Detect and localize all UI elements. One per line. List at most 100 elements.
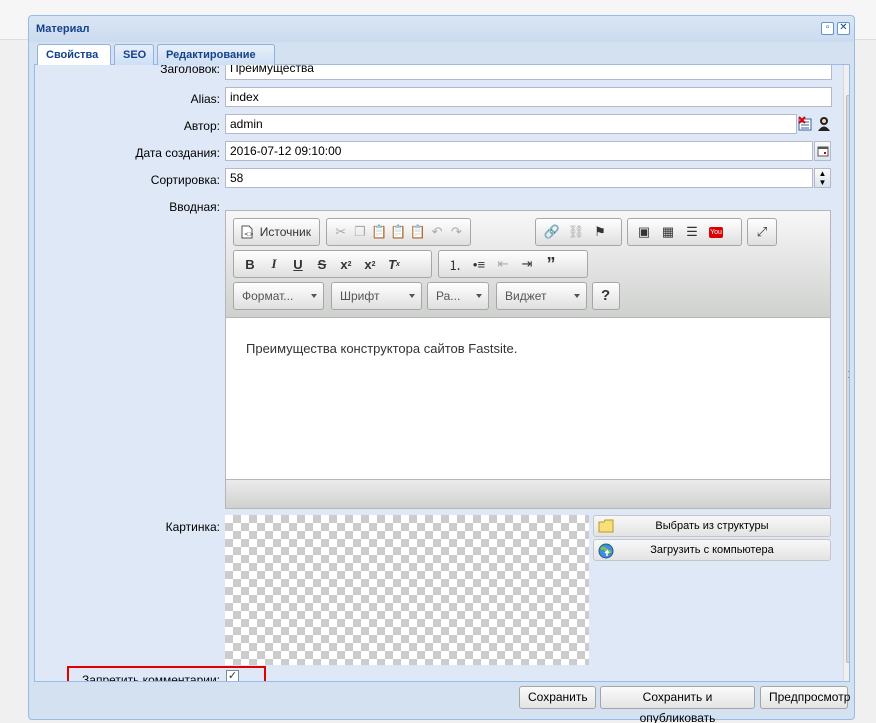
title-label: Заголовок:: [160, 65, 220, 76]
clear-user-icon[interactable]: [798, 116, 814, 132]
source-button[interactable]: Источник: [256, 221, 315, 243]
widget-label: Виджет: [505, 289, 547, 303]
bold-icon[interactable]: B: [238, 253, 262, 275]
editor-status-bar: [226, 479, 830, 508]
select-user-icon[interactable]: [816, 116, 832, 132]
upload-from-computer-label: Загрузить с компьютера: [650, 544, 774, 556]
vertical-scrollbar[interactable]: ▲ ▼: [843, 65, 849, 681]
chevron-down-icon: [574, 294, 580, 298]
choose-from-structure-button[interactable]: Выбрать из структуры: [593, 515, 831, 537]
save-button[interactable]: Сохранить: [519, 686, 596, 709]
outdent-icon[interactable]: ⇤: [491, 253, 515, 275]
window-title: Материал: [36, 23, 90, 35]
image-preview: [225, 515, 589, 665]
anchor-flag-icon[interactable]: ⚑: [588, 221, 612, 243]
underline-icon[interactable]: U: [286, 253, 310, 275]
numbered-list-icon[interactable]: ⒈: [443, 253, 467, 275]
no-comments-checkbox[interactable]: ✓: [226, 670, 239, 681]
grip-icon: [848, 371, 849, 378]
blockquote-icon[interactable]: ”: [539, 253, 563, 275]
size-dropdown[interactable]: Ра...: [427, 282, 489, 310]
close-icon[interactable]: ✕: [837, 22, 850, 35]
scroll-down-icon[interactable]: ▼: [845, 665, 849, 679]
source-icon: <>: [238, 221, 256, 243]
sort-number-input[interactable]: 58: [225, 168, 813, 188]
properties-panel: Заголовок: Преимущества Alias: index Авт…: [34, 65, 850, 682]
link-icon[interactable]: 🔗: [540, 221, 564, 243]
unlink-icon[interactable]: ⛓: [564, 221, 588, 243]
chevron-up-icon[interactable]: ▲: [819, 169, 827, 178]
format-dropdown[interactable]: Формат...: [233, 282, 324, 310]
editor-toolbar: <> Источник ✂ ❐ 📋 📋 📋 ↶ ↷ 🔗 ⛓ ⚑: [226, 211, 830, 318]
tab-seo[interactable]: SEO: [114, 44, 154, 65]
youtube-icon[interactable]: You: [704, 221, 728, 243]
sort-label: Сортировка:: [150, 173, 220, 187]
table-icon[interactable]: ▦: [656, 221, 680, 243]
paragraph-group: ⒈ •≡ ⇤ ⇥ ”: [438, 250, 588, 278]
tab-properties[interactable]: Свойства: [37, 44, 111, 66]
tab-editing[interactable]: Редактирование: [157, 44, 275, 65]
bulleted-list-icon[interactable]: •≡: [467, 253, 491, 275]
italic-icon[interactable]: I: [262, 253, 286, 275]
tab-bar: Свойства SEO Редактирование: [34, 43, 850, 66]
source-group: <> Источник: [233, 218, 320, 246]
strike-icon[interactable]: S: [310, 253, 334, 275]
folder-icon: [598, 519, 614, 533]
title-input[interactable]: Преимущества: [225, 65, 832, 80]
scroll-up-icon[interactable]: ▲: [845, 69, 849, 83]
choose-from-structure-label: Выбрать из структуры: [655, 520, 769, 532]
calendar-icon[interactable]: [814, 141, 831, 161]
paste-text-icon[interactable]: 📋: [389, 221, 408, 243]
image-label: Картинка:: [165, 520, 220, 534]
widget-dropdown[interactable]: Виджет: [496, 282, 587, 310]
copy-icon[interactable]: ❐: [350, 221, 369, 243]
subscript-icon[interactable]: x2: [334, 253, 358, 275]
chevron-down-icon: [476, 294, 482, 298]
size-label: Ра...: [436, 289, 461, 303]
paste-icon[interactable]: 📋: [370, 221, 389, 243]
link-group: 🔗 ⛓ ⚑: [535, 218, 622, 246]
paste-word-icon[interactable]: 📋: [408, 221, 427, 243]
intro-label: Вводная:: [169, 200, 220, 214]
horizontal-line-icon[interactable]: ☰: [680, 221, 704, 243]
globe-upload-icon: [598, 543, 614, 559]
basic-styles-group: B I U S x2 x2 Tx: [233, 250, 432, 278]
font-label: Шрифт: [340, 289, 380, 303]
font-dropdown[interactable]: Шрифт: [331, 282, 422, 310]
redo-icon[interactable]: ↷: [447, 221, 466, 243]
upload-from-computer-button[interactable]: Загрузить с компьютера: [593, 539, 831, 561]
alias-label: Alias:: [190, 92, 220, 106]
editor-content[interactable]: Преимущества конструктора сайтов Fastsit…: [246, 341, 517, 356]
format-label: Формат...: [242, 289, 294, 303]
insert-group: ▣ ▦ ☰ You: [627, 218, 742, 246]
cut-icon[interactable]: ✂: [331, 221, 350, 243]
preview-button[interactable]: Предпросмотр: [760, 686, 850, 709]
help-label: ?: [601, 287, 611, 304]
remove-format-icon[interactable]: Tx: [382, 253, 406, 275]
image-icon[interactable]: ▣: [632, 221, 656, 243]
help-button[interactable]: ?: [592, 282, 620, 310]
author-label: Автор:: [183, 119, 220, 133]
superscript-icon[interactable]: x2: [358, 253, 382, 275]
maximize-group: ⤢: [747, 218, 777, 246]
alias-input[interactable]: index: [225, 87, 832, 107]
clipboard-group: ✂ ❐ 📋 📋 📋 ↶ ↷: [326, 218, 471, 246]
maximize-icon[interactable]: ▫: [821, 22, 834, 35]
chevron-down-icon: [409, 294, 415, 298]
author-input[interactable]: admin: [225, 114, 797, 134]
created-label: Дата создания:: [135, 146, 220, 160]
scrollbar-thumb[interactable]: [846, 95, 849, 663]
created-date-input[interactable]: 2016-07-12 09:10:00: [225, 141, 813, 161]
material-window: Материал ▫ ✕ Свойства SEO Редактирование…: [28, 15, 855, 723]
undo-icon[interactable]: ↶: [427, 221, 446, 243]
rich-text-editor: <> Источник ✂ ❐ 📋 📋 📋 ↶ ↷ 🔗 ⛓ ⚑: [225, 210, 831, 509]
save-and-publish-button[interactable]: Сохранить и опубликовать: [600, 686, 755, 723]
fullscreen-icon[interactable]: ⤢: [752, 221, 772, 243]
chevron-down-icon: [311, 294, 317, 298]
no-comments-label: Запретить комментарии:: [82, 673, 220, 682]
indent-icon[interactable]: ⇥: [515, 253, 539, 275]
svg-text:<>: <>: [244, 231, 253, 238]
chevron-down-icon[interactable]: ▼: [819, 178, 827, 187]
window-header: Материал ▫ ✕: [29, 16, 854, 42]
sort-spinner[interactable]: ▲ ▼: [814, 168, 831, 188]
